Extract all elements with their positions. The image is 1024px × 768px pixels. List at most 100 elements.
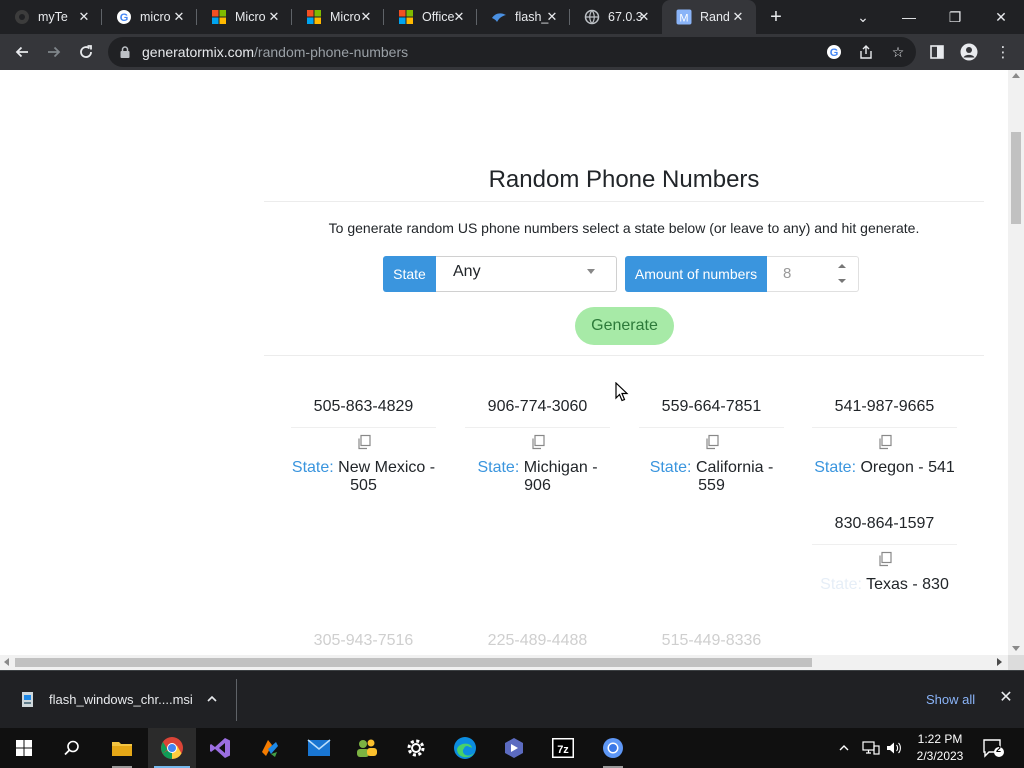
generate-button[interactable]: Generate (575, 307, 674, 345)
arrow-left-icon (15, 46, 28, 58)
horizontal-scrollbar[interactable] (0, 655, 1008, 670)
state-info: State: California -559 (639, 459, 784, 495)
profile-icon[interactable] (960, 43, 978, 61)
close-tab-icon[interactable]: ✕ (636, 9, 652, 25)
url-path: /random-phone-numbers (254, 44, 409, 60)
new-tab-button[interactable]: + (766, 7, 786, 27)
tab-2[interactable]: G micro ✕ (102, 0, 197, 34)
tab-4[interactable]: Micro ✕ (292, 0, 384, 34)
lock-icon[interactable] (118, 45, 132, 59)
taskbar-settings[interactable] (392, 728, 440, 768)
page-description: To generate random US phone numbers sele… (328, 220, 920, 236)
state-info: State: New Mexico -505 (291, 459, 436, 495)
tab-6[interactable]: flash_ ✕ (477, 0, 570, 34)
minimize-button[interactable]: — (886, 0, 932, 34)
result-card: 906-774-3060 State: Michigan -906 (465, 395, 610, 495)
colorful-app-icon (262, 740, 278, 757)
restore-button[interactable]: ❐ (932, 0, 978, 34)
phone-number: 559-664-7851 (661, 398, 762, 415)
show-all-button[interactable]: Show all (926, 692, 975, 707)
bookmark-star-icon[interactable]: ☆ (890, 44, 906, 60)
people-icon (357, 739, 377, 757)
taskbar-7zip[interactable]: 7z (539, 728, 587, 768)
close-icon[interactable]: ✕ (998, 690, 1014, 706)
horizontal-scroll-thumb[interactable] (15, 658, 812, 667)
page-title: Random Phone Numbers (488, 166, 760, 193)
microsoft-icon (399, 10, 413, 24)
volume-icon[interactable] (886, 728, 904, 768)
result-card: 515-449-8336 (639, 629, 784, 653)
download-filename[interactable]: flash_windows_chr....msi (49, 692, 193, 707)
state-value-line1: New Mexico - (338, 459, 436, 476)
start-button[interactable] (0, 728, 48, 768)
tab-8-active[interactable]: M Rand ✕ (662, 0, 756, 34)
vertical-scrollbar[interactable] (1008, 70, 1024, 655)
address-bar[interactable]: generatormix.com/random-phone-numbers G … (108, 37, 916, 67)
close-tab-icon[interactable]: ✕ (76, 9, 92, 25)
card-divider (465, 427, 610, 428)
spin-down-icon[interactable] (838, 279, 846, 283)
phone-number: 906-774-3060 (487, 398, 588, 415)
chevron-up-icon[interactable] (205, 692, 219, 706)
svg-text:7z: 7z (557, 744, 569, 756)
vertical-scroll-thumb[interactable] (1011, 132, 1021, 224)
system-clock[interactable]: 1:22 PM 2/3/2023 (912, 731, 968, 765)
tab-7[interactable]: 67.0.3 ✕ (570, 0, 662, 34)
url-text[interactable]: generatormix.com/random-phone-numbers (142, 44, 408, 60)
mail-icon (307, 739, 331, 756)
tab-1[interactable]: myTe ✕ (0, 0, 102, 34)
state-key: State: (820, 576, 862, 593)
taskbar-people[interactable] (343, 728, 391, 768)
forward-button[interactable] (42, 40, 66, 64)
state-value-line1: Texas - 830 (866, 576, 949, 593)
scroll-left-icon[interactable] (4, 658, 9, 666)
copy-icon[interactable] (877, 434, 893, 450)
taskbar-chrome[interactable] (148, 728, 196, 768)
divider (264, 201, 984, 202)
copy-icon[interactable] (704, 434, 720, 450)
close-tab-icon[interactable]: ✕ (544, 9, 560, 25)
menu-kebab-icon[interactable]: ⋮ (994, 43, 1012, 61)
svg-text:G: G (830, 47, 839, 59)
close-tab-icon[interactable]: ✕ (358, 9, 374, 25)
result-card: 505-863-4829 State: New Mexico -505 (291, 395, 436, 495)
close-window-button[interactable]: ✕ (978, 0, 1024, 34)
close-tab-icon[interactable]: ✕ (171, 9, 187, 25)
search-button[interactable] (48, 728, 96, 768)
taskbar-chrome-2[interactable] (589, 728, 637, 768)
tray-expand-icon[interactable] (838, 728, 854, 768)
taskbar-mail[interactable] (295, 728, 343, 768)
copy-icon[interactable] (356, 434, 372, 450)
copy-icon[interactable] (530, 434, 546, 450)
reload-button[interactable] (74, 40, 98, 64)
close-tab-icon[interactable]: ✕ (266, 9, 282, 25)
state-select[interactable]: Any (436, 256, 617, 292)
amount-input[interactable]: 8 (767, 256, 859, 292)
taskbar-visual-studio-installer[interactable] (490, 728, 538, 768)
side-panel-icon[interactable] (928, 43, 946, 61)
taskbar-visual-studio[interactable] (196, 728, 244, 768)
taskbar-app-4[interactable] (246, 728, 294, 768)
close-tab-icon[interactable]: ✕ (451, 9, 467, 25)
spin-up-icon[interactable] (838, 264, 846, 268)
notifications-button[interactable]: 2 (982, 728, 1006, 768)
google-lens-icon[interactable]: G (826, 44, 842, 60)
share-icon[interactable] (858, 44, 874, 60)
tab-3[interactable]: Micro ✕ (197, 0, 292, 34)
network-icon[interactable] (862, 728, 880, 768)
chrome-alt-icon (603, 738, 623, 758)
taskbar-edge[interactable] (441, 728, 489, 768)
notification-count: 2 (996, 744, 1002, 754)
scroll-down-icon[interactable] (1012, 646, 1020, 651)
back-button[interactable] (10, 40, 34, 64)
taskbar-file-explorer[interactable] (98, 728, 146, 768)
card-divider (812, 544, 957, 545)
scroll-up-icon[interactable] (1012, 73, 1020, 78)
close-tab-icon[interactable]: ✕ (730, 9, 746, 25)
scroll-right-icon[interactable] (997, 658, 1002, 666)
tab-5[interactable]: Office ✕ (384, 0, 477, 34)
result-card: 559-664-7851 State: California -559 (639, 395, 784, 495)
tab-search-icon[interactable]: ⌄ (840, 0, 886, 34)
globe-icon (584, 9, 600, 25)
copy-icon[interactable] (877, 551, 893, 567)
